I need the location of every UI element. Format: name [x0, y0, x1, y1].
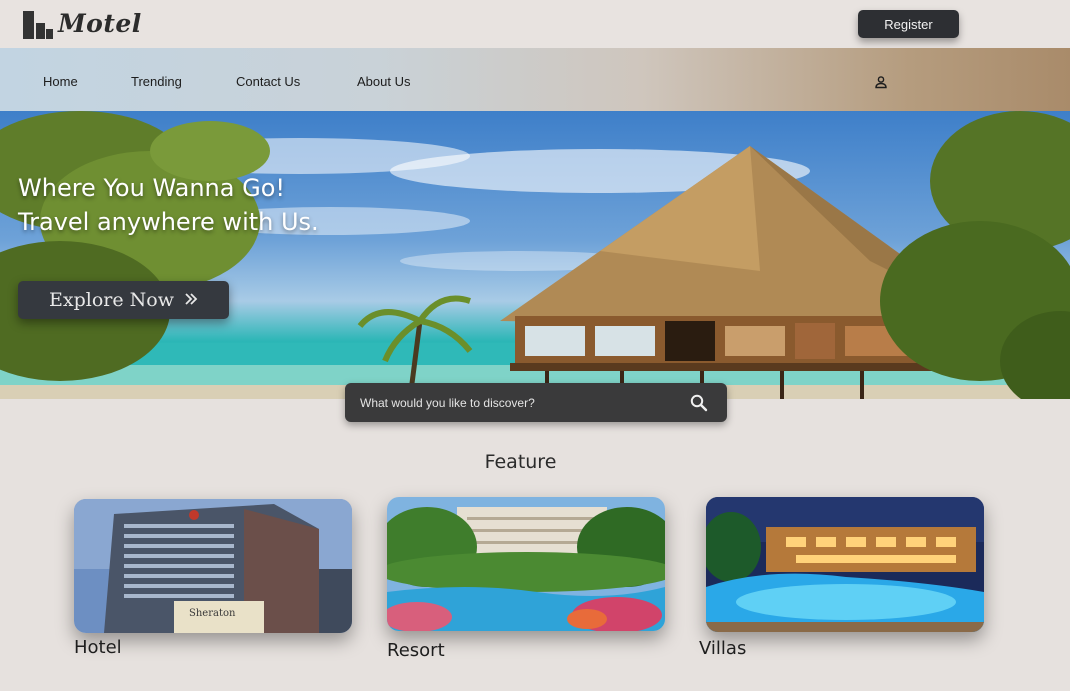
explore-now-label: Explore Now	[49, 289, 174, 311]
main-nav: Home Trending Contact Us About Us	[0, 48, 1070, 111]
hotel-photo: Sheraton	[74, 499, 352, 633]
brand-name: Motel	[58, 9, 142, 38]
user-icon[interactable]	[874, 75, 888, 89]
nav-item-home[interactable]: Home	[43, 74, 78, 89]
register-button[interactable]: Register	[858, 10, 959, 38]
feature-heading: Feature	[484, 451, 557, 473]
card-label-resort[interactable]: Resort	[387, 640, 445, 661]
card-label-hotel[interactable]: Hotel	[74, 637, 122, 658]
hero-line-1: Where You Wanna Go!	[18, 174, 285, 202]
building-icon	[22, 9, 54, 39]
explore-now-button[interactable]: Explore Now	[18, 281, 229, 319]
logo[interactable]: Motel	[22, 7, 142, 39]
resort-photo	[387, 497, 665, 631]
nav-item-trending[interactable]: Trending	[131, 74, 182, 89]
resort-card-image[interactable]	[387, 497, 665, 631]
hero-beach-image	[0, 111, 1070, 399]
villas-photo	[706, 497, 984, 632]
hero-banner: Where You Wanna Go! Travel anywhere with…	[0, 111, 1070, 399]
hotel-card-image[interactable]: Sheraton	[74, 499, 352, 633]
nav-item-about-us[interactable]: About Us	[357, 74, 410, 89]
top-bar: Motel Register	[0, 0, 1070, 48]
hero-line-2: Travel anywhere with Us.	[18, 208, 319, 236]
hero-heading: Where You Wanna Go! Travel anywhere with…	[18, 171, 319, 239]
search-icon[interactable]	[689, 393, 709, 413]
nav-item-contact-us[interactable]: Contact Us	[236, 74, 300, 89]
search-bar	[345, 383, 727, 422]
villas-card-image[interactable]	[706, 497, 984, 632]
search-input[interactable]	[360, 383, 680, 422]
card-label-villas[interactable]: Villas	[699, 638, 746, 659]
hotel-sign-text: Sheraton	[189, 608, 236, 619]
double-chevron-right-icon	[184, 289, 198, 311]
